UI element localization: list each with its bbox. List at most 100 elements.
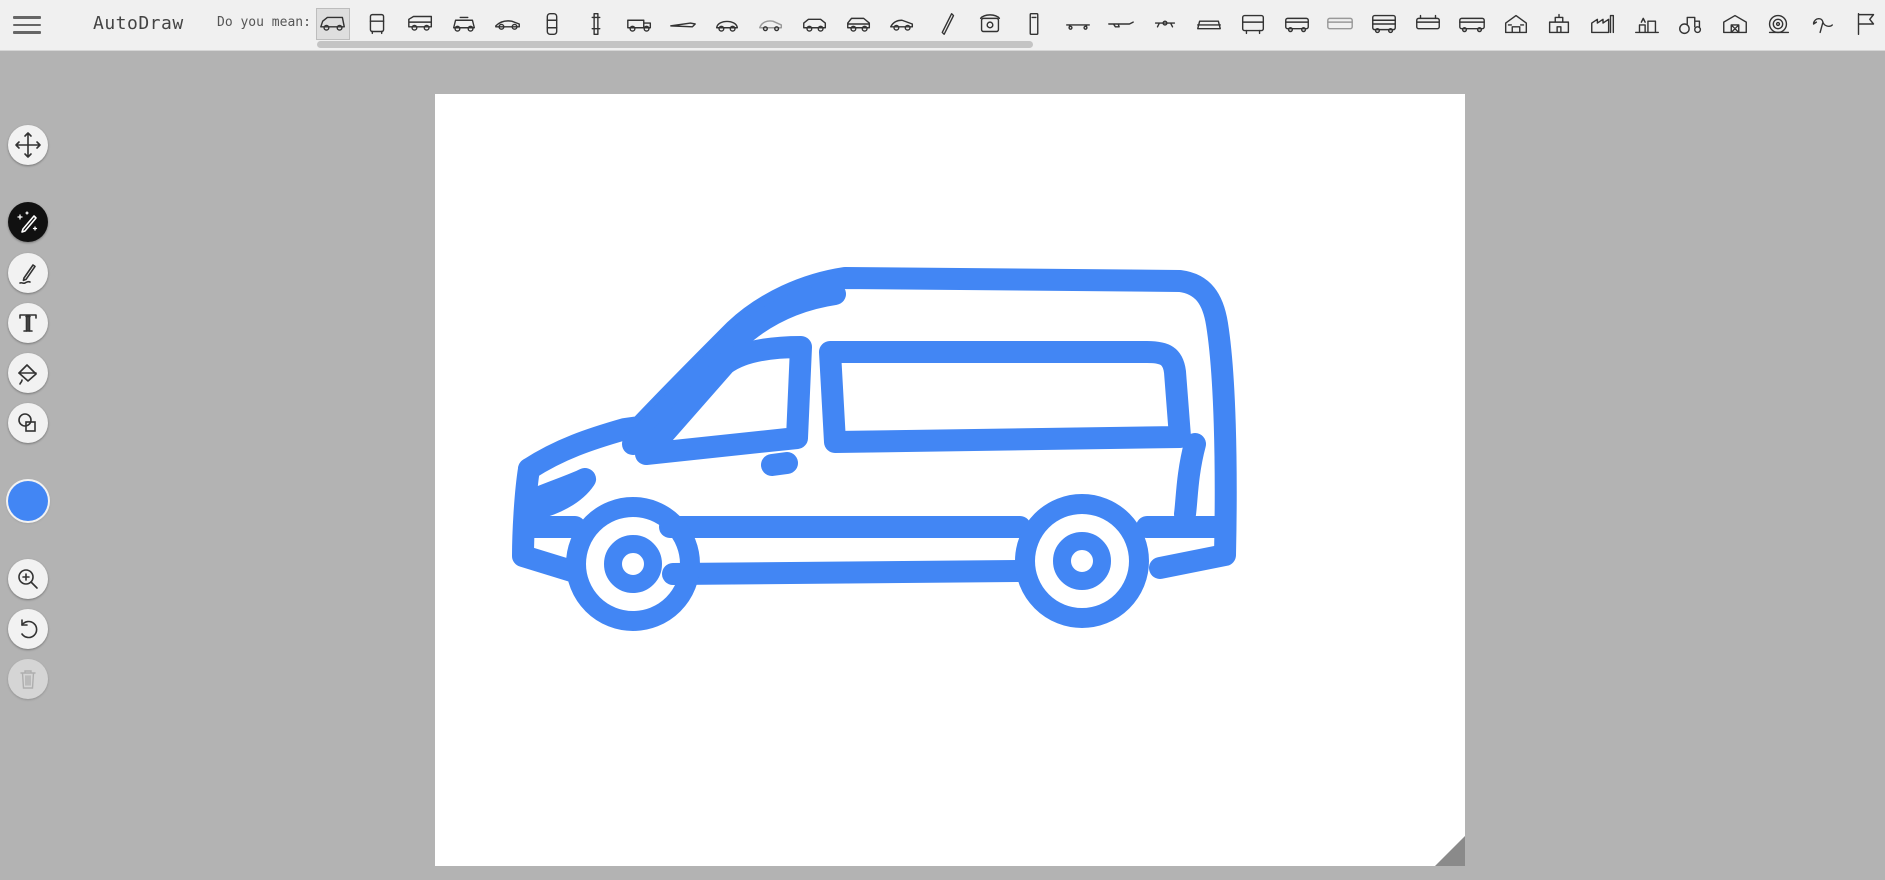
double-decker-icon bbox=[1372, 14, 1397, 34]
shapes-icon bbox=[18, 413, 36, 432]
van-drawing bbox=[512, 267, 1237, 631]
suggestion-barn[interactable] bbox=[1718, 8, 1752, 40]
top-bar: AutoDraw Do you mean: bbox=[0, 0, 1885, 51]
undo-icon bbox=[21, 619, 38, 639]
suggestion-scrollbar[interactable] bbox=[317, 41, 1033, 48]
train-icon bbox=[1197, 20, 1221, 30]
suggestion-duck[interactable] bbox=[1805, 8, 1839, 40]
suggestion-school[interactable] bbox=[1542, 8, 1576, 40]
suggestion-snail[interactable] bbox=[1761, 8, 1795, 40]
zoom-in-icon bbox=[18, 569, 38, 589]
sedan-icon bbox=[802, 18, 826, 32]
factory-icon bbox=[1591, 14, 1615, 34]
suggestion-skateboard[interactable] bbox=[1061, 8, 1095, 40]
suggestion-sports-car[interactable] bbox=[491, 8, 525, 40]
suggestions-label: Do you mean: bbox=[217, 15, 311, 30]
suggestion-speedboat[interactable] bbox=[666, 8, 700, 40]
type-tool-button[interactable] bbox=[8, 303, 48, 343]
tractor-icon bbox=[1678, 16, 1701, 35]
suggestion-flag[interactable] bbox=[1849, 8, 1883, 40]
school-icon bbox=[1549, 13, 1570, 34]
fill-tool-button[interactable] bbox=[8, 353, 48, 393]
suggestion-house[interactable] bbox=[1499, 8, 1533, 40]
race-car-top-icon bbox=[591, 12, 601, 36]
suggestion-bus-front[interactable] bbox=[360, 8, 394, 40]
suggestion-city-bus[interactable] bbox=[1455, 8, 1489, 40]
shape-tool-button[interactable] bbox=[8, 403, 48, 443]
suggestion-taxi[interactable] bbox=[447, 8, 481, 40]
compact-car-icon bbox=[759, 20, 783, 32]
taxi-icon bbox=[453, 16, 476, 32]
paint-bucket-icon bbox=[18, 364, 37, 385]
ski-icon bbox=[941, 12, 955, 36]
duck-icon bbox=[1813, 18, 1834, 34]
suggestion-trolley[interactable] bbox=[1411, 8, 1445, 40]
suggestion-factory[interactable] bbox=[1586, 8, 1620, 40]
minivan-icon bbox=[407, 15, 432, 31]
suggestion-car-top[interactable] bbox=[535, 8, 569, 40]
suggestion-van[interactable] bbox=[316, 8, 350, 40]
suggestion-double-decker[interactable] bbox=[1367, 8, 1401, 40]
telephone-icon bbox=[979, 14, 1001, 33]
coach-icon bbox=[1327, 17, 1354, 30]
suggestion-strip bbox=[316, 6, 1885, 42]
suggestion-ski[interactable] bbox=[929, 8, 963, 40]
hatchback-icon bbox=[846, 17, 870, 32]
bus-icon bbox=[1241, 14, 1264, 35]
suggestion-beetle[interactable] bbox=[710, 8, 744, 40]
magic-pencil-icon bbox=[17, 211, 38, 233]
app-title: AutoDraw bbox=[93, 13, 184, 34]
move-arrows-icon bbox=[15, 132, 41, 158]
draw-tool-button[interactable] bbox=[8, 253, 48, 293]
tram-icon bbox=[1284, 17, 1309, 33]
suggestion-farm[interactable] bbox=[1630, 8, 1664, 40]
snail-icon bbox=[1769, 14, 1790, 34]
suggestion-telephone[interactable] bbox=[973, 8, 1007, 40]
canvas-resize-handle[interactable] bbox=[1435, 836, 1465, 866]
suggestion-train[interactable] bbox=[1192, 8, 1226, 40]
car-top-icon bbox=[546, 12, 558, 36]
select-tool-button[interactable] bbox=[8, 125, 48, 165]
menu-icon[interactable] bbox=[13, 13, 41, 37]
autodraw-tool-button[interactable] bbox=[8, 202, 48, 242]
suggestion-bus[interactable] bbox=[1236, 8, 1270, 40]
undo-tool-button[interactable] bbox=[8, 609, 48, 649]
coupe-icon bbox=[890, 19, 914, 31]
suggestion-race-car-top[interactable] bbox=[579, 8, 613, 40]
flag-icon bbox=[1857, 12, 1875, 36]
barn-icon bbox=[1722, 14, 1747, 34]
suggestion-truck[interactable] bbox=[623, 8, 657, 40]
suggestion-rifle[interactable] bbox=[1104, 8, 1138, 40]
suggestion-minivan[interactable] bbox=[404, 8, 438, 40]
speedboat-icon bbox=[670, 22, 697, 28]
pencil-icon bbox=[19, 264, 36, 285]
trolley-icon bbox=[1416, 14, 1440, 30]
rifle-icon bbox=[1108, 21, 1135, 28]
suggestion-hatchback[interactable] bbox=[842, 8, 876, 40]
house-icon bbox=[1504, 14, 1527, 34]
farm-icon bbox=[1635, 17, 1659, 34]
delete-tool-button[interactable] bbox=[8, 659, 48, 699]
zoom-tool-button[interactable] bbox=[8, 559, 48, 599]
suggestion-drone[interactable] bbox=[1148, 8, 1182, 40]
color-picker-button[interactable] bbox=[8, 481, 48, 521]
skateboard-icon bbox=[1065, 24, 1090, 30]
drone-icon bbox=[1155, 20, 1176, 28]
beetle-icon bbox=[716, 20, 739, 32]
suggestion-phone[interactable] bbox=[1017, 8, 1051, 40]
bus-front-icon bbox=[369, 13, 385, 35]
trash-icon bbox=[20, 670, 36, 689]
suggestion-coupe[interactable] bbox=[885, 8, 919, 40]
sports-car-icon bbox=[495, 20, 521, 30]
suggestion-tram[interactable] bbox=[1280, 8, 1314, 40]
suggestion-tractor[interactable] bbox=[1674, 8, 1708, 40]
city-bus-icon bbox=[1458, 17, 1485, 33]
suggestion-sedan[interactable] bbox=[798, 8, 832, 40]
van-icon bbox=[320, 16, 345, 31]
truck-icon bbox=[626, 19, 651, 32]
suggestion-coach[interactable] bbox=[1323, 8, 1357, 40]
text-icon bbox=[19, 314, 37, 332]
phone-icon bbox=[1029, 12, 1039, 36]
drawing-canvas[interactable] bbox=[435, 94, 1465, 866]
suggestion-compact-car[interactable] bbox=[754, 8, 788, 40]
